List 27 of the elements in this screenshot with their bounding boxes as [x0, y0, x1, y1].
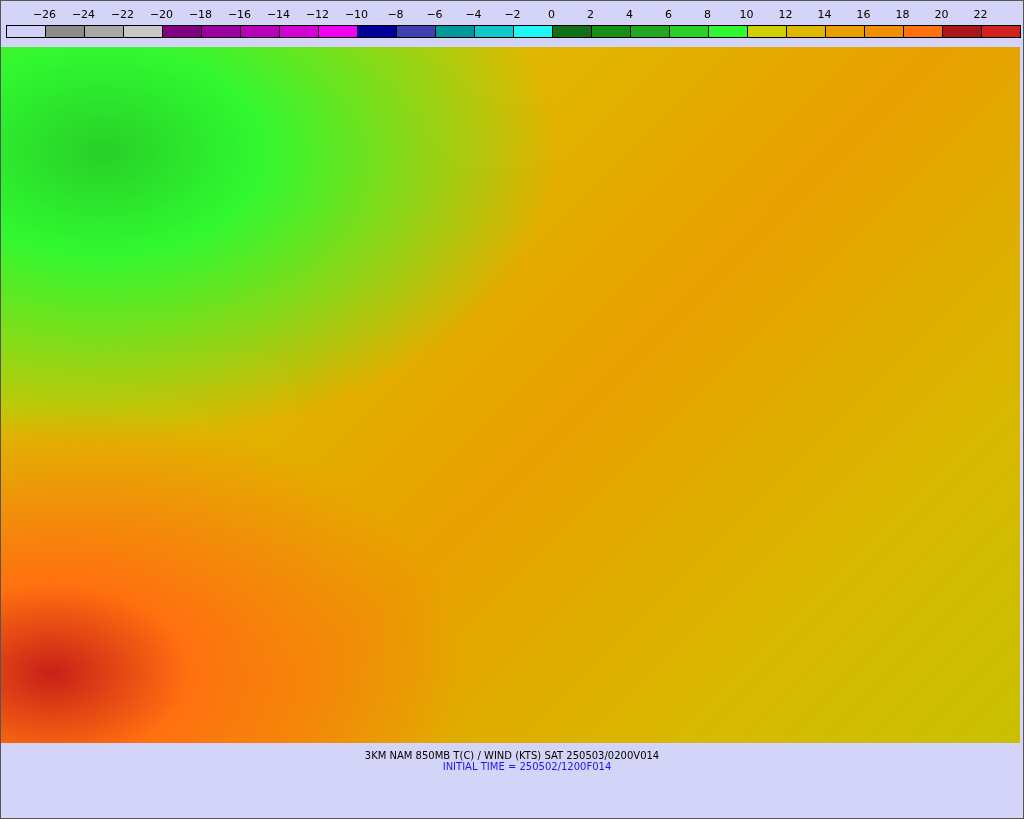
- legend-label: −2: [503, 7, 522, 23]
- legend-label: 2: [586, 7, 595, 23]
- legend-label: −22: [109, 7, 136, 23]
- legend-label: −24: [70, 7, 97, 23]
- legend-label: 16: [855, 7, 872, 23]
- legend-label: 18: [894, 7, 911, 23]
- legend-label: −20: [148, 7, 175, 23]
- initial-time: INITIAL TIME = 250502/1200F014: [442, 761, 612, 772]
- legend-label: 12: [777, 7, 794, 23]
- legend-label: −18: [187, 7, 214, 23]
- legend-label: −26: [31, 7, 58, 23]
- legend-label: 4: [625, 7, 634, 23]
- legend-label: 0: [547, 7, 556, 23]
- legend-label: −12: [304, 7, 331, 23]
- legend-label: −6: [425, 7, 444, 23]
- legend-label: 22: [972, 7, 989, 23]
- legend-label: −10: [343, 7, 370, 23]
- legend-label: 6: [664, 7, 673, 23]
- map-title: 3KM NAM 850MB T(C) / WIND (KTS) SAT 250503/0200V014: [364, 750, 660, 761]
- legend-label: −16: [226, 7, 253, 23]
- legend-label: −4: [464, 7, 483, 23]
- legend-label: 8: [703, 7, 712, 23]
- legend-label: −8: [386, 7, 405, 23]
- legend-label: 14: [816, 7, 833, 23]
- legend-label: 10: [738, 7, 755, 23]
- legend-label: 20: [933, 7, 950, 23]
- legend-label: −14: [265, 7, 292, 23]
